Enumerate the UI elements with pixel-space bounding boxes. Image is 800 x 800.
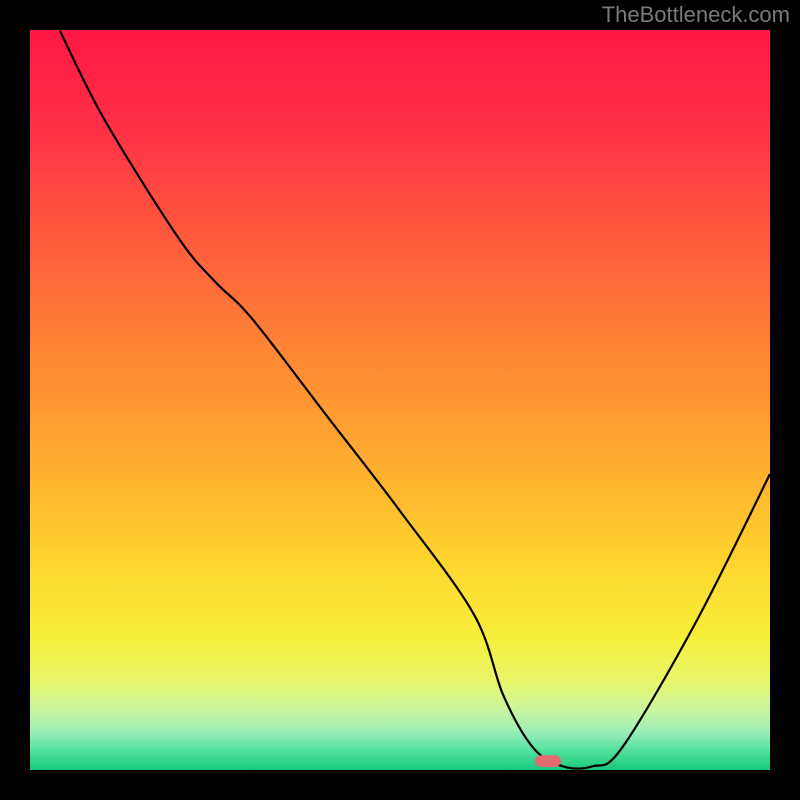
optimal-marker bbox=[535, 755, 561, 767]
chart-container: TheBottleneck.com bbox=[0, 0, 800, 800]
watermark-label: TheBottleneck.com bbox=[602, 2, 790, 28]
plot-area bbox=[30, 30, 770, 770]
bottleneck-chart bbox=[0, 0, 800, 800]
